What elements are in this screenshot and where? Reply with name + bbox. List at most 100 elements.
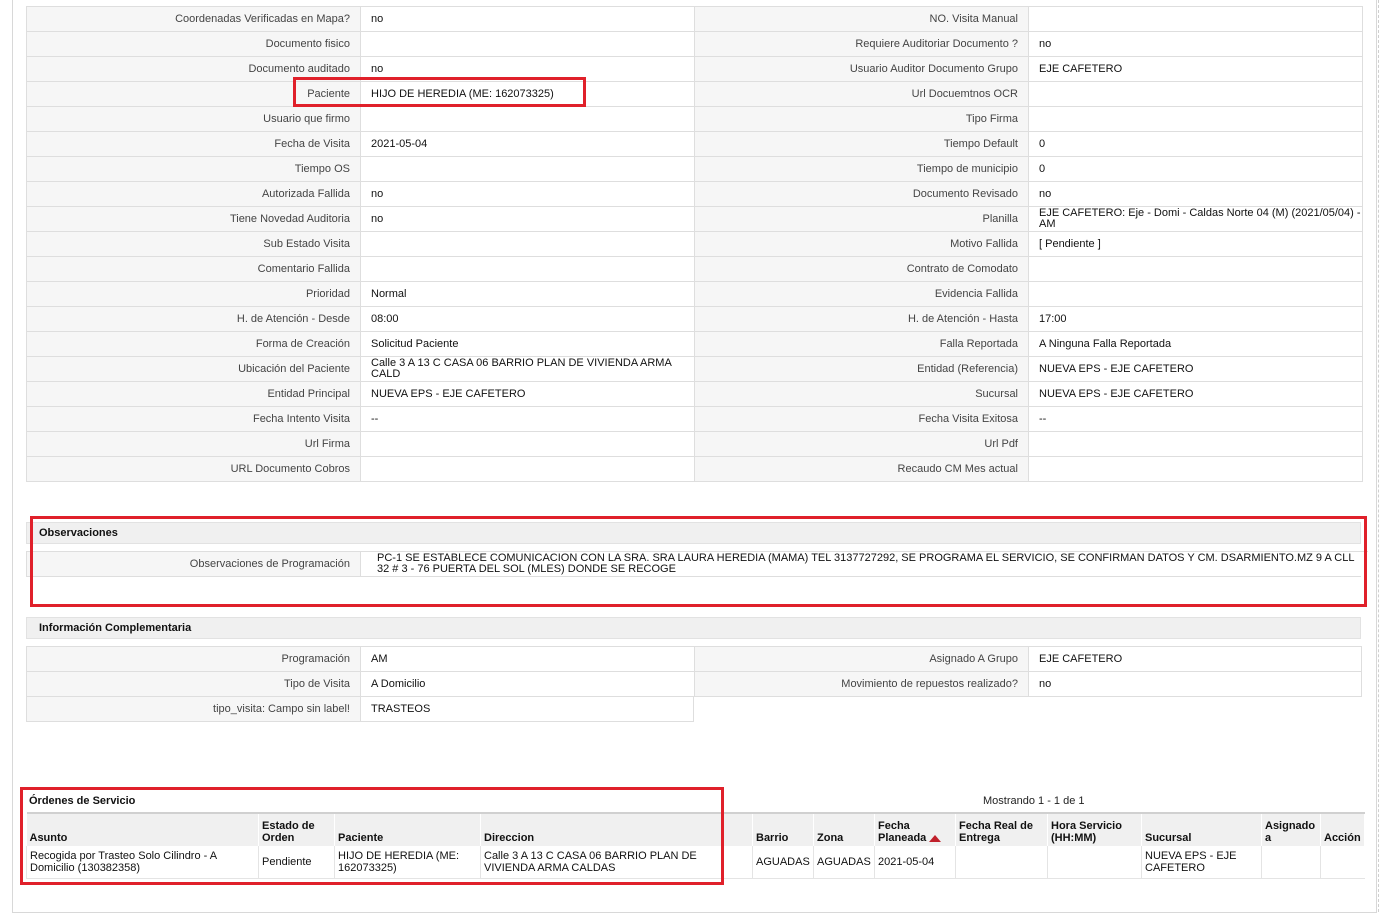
cell-asignado-a	[1261, 846, 1321, 879]
column-header-label: Barrio	[756, 832, 789, 844]
documento-auditado-value: no	[360, 56, 694, 81]
usuario-que-firmo-label: Usuario que firmo	[26, 106, 360, 131]
tiene-novedad-auditoria-label: Tiene Novedad Auditoria	[26, 206, 360, 231]
falla-reportada-value: A Ninguna Falla Reportada	[1028, 331, 1362, 356]
observaciones-value: PC-1 SE ESTABLECE COMUNICACION CON LA SR…	[360, 551, 1368, 576]
sub-estado-visita-value	[360, 231, 694, 256]
column-header-label: Zona	[817, 832, 844, 844]
fecha-de-visita-value: 2021-05-04	[360, 131, 694, 156]
paciente-label: Paciente	[26, 81, 360, 106]
h-de-atencion-desde-label: H. de Atención - Desde	[26, 306, 360, 331]
autorizada-fallida-value: no	[360, 181, 694, 206]
table-row[interactable]: Recogida por Trasteo Solo Cilindro - A D…	[26, 846, 1365, 879]
h-de-atencion-hasta-label: H. de Atención - Hasta	[694, 306, 1028, 331]
column-header-label: Sucursal	[1145, 832, 1192, 844]
sort-ascending-icon[interactable]	[929, 834, 942, 842]
forma-de-creacion-value: Solicitud Paciente	[360, 331, 694, 356]
column-header-label: Hora Servicio (HH:MM)	[1051, 820, 1122, 844]
contrato-de-comodato-label: Contrato de Comodato	[694, 256, 1028, 281]
ubicacion-del-paciente-value: Calle 3 A 13 C CASA 06 BARRIO PLAN DE VI…	[360, 356, 694, 381]
documento-revisado-value: no	[1028, 181, 1362, 206]
column-header-zona[interactable]: Zona	[813, 812, 875, 846]
entidad-principal-value: NUEVA EPS - EJE CAFETERO	[360, 381, 694, 406]
column-header-fecha-real-de-entrega[interactable]: Fecha Real de Entrega	[955, 812, 1048, 846]
tiempo-os-value	[360, 156, 694, 181]
no-visita-manual-value	[1028, 6, 1362, 31]
column-header-estado-de-orden[interactable]: Estado de Orden	[258, 812, 335, 846]
sucursal-value: NUEVA EPS - EJE CAFETERO	[1028, 381, 1362, 406]
prioridad-label: Prioridad	[26, 281, 360, 306]
documento-revisado-label: Documento Revisado	[694, 181, 1028, 206]
tipo-visita-campo-sin-label-value: TRASTEOS	[360, 696, 694, 721]
entidad-principal-label: Entidad Principal	[26, 381, 360, 406]
tipo-de-visita-label: Tipo de Visita	[26, 671, 360, 696]
h-de-atencion-hasta-value: 17:00	[1028, 306, 1362, 331]
asignado-a-grupo-label: Asignado A Grupo	[694, 646, 1028, 671]
h-de-atencion-desde-value: 08:00	[360, 306, 694, 331]
requiere-auditoriar-documento-label: Requiere Auditoriar Documento ?	[694, 31, 1028, 56]
complementaria-border	[694, 696, 1362, 697]
ordenes-title: Órdenes de Servicio	[29, 795, 136, 807]
fecha-intento-visita-label: Fecha Intento Visita	[26, 406, 360, 431]
entidad-referencia-value: NUEVA EPS - EJE CAFETERO	[1028, 356, 1362, 381]
column-header-asignado-a[interactable]: Asignado a	[1261, 812, 1321, 846]
cell-fecha-real-de-entrega	[955, 846, 1048, 879]
column-header-label: Paciente	[338, 832, 384, 844]
fecha-de-visita-label: Fecha de Visita	[26, 131, 360, 156]
no-visita-manual-label: NO. Visita Manual	[694, 6, 1028, 31]
column-header-paciente[interactable]: Paciente	[334, 812, 481, 846]
falla-reportada-label: Falla Reportada	[694, 331, 1028, 356]
observaciones-table: Observaciones de Programación PC-1 SE ES…	[26, 551, 1368, 576]
column-header-barrio[interactable]: Barrio	[752, 812, 814, 846]
cell-asunto: Recogida por Trasteo Solo Cilindro - A D…	[26, 846, 259, 879]
column-header-direccion[interactable]: Direccion	[480, 812, 753, 846]
cell-accion	[1320, 846, 1365, 879]
column-header-hora-servicio-hh-mm[interactable]: Hora Servicio (HH:MM)	[1047, 812, 1142, 846]
cell-sucursal: NUEVA EPS - EJE CAFETERO	[1141, 846, 1262, 879]
prioridad-value: Normal	[360, 281, 694, 306]
tipo-firma-value	[1028, 106, 1362, 131]
evidencia-fallida-value	[1028, 281, 1362, 306]
usuario-que-firmo-value	[360, 106, 694, 131]
movimiento-de-repuestos-realizado-label: Movimiento de repuestos realizado?	[694, 671, 1028, 696]
observaciones-divider	[26, 576, 1361, 577]
column-header-label: Fecha Real de Entrega	[959, 820, 1033, 844]
column-header-label: Direccion	[484, 832, 535, 844]
url-docuemtnos-ocr-value	[1028, 81, 1362, 106]
planilla-value: EJE CAFETERO: Eje - Domi - Caldas Norte …	[1028, 206, 1362, 231]
tiempo-os-label: Tiempo OS	[26, 156, 360, 181]
complementaria-border	[693, 696, 694, 721]
complementaria-grid: Programación AM Asignado A Grupo EJE CAFETE…	[26, 646, 1362, 721]
cell-estado-de-orden: Pendiente	[258, 846, 335, 879]
visit-details-grid: Coordenadas Verificadas en Mapa? no NO. Vi…	[26, 6, 1363, 482]
column-header-label: Asignado a	[1265, 820, 1316, 844]
observaciones-label: Observaciones de Programación	[26, 551, 360, 576]
tiempo-default-label: Tiempo Default	[694, 131, 1028, 156]
usuario-auditor-documento-grupo-value: EJE CAFETERO	[1028, 56, 1362, 81]
requiere-auditoriar-documento-value: no	[1028, 31, 1362, 56]
cell-paciente: HIJO DE HEREDIA (ME: 162073325)	[334, 846, 481, 879]
orders-table: Asunto Estado de Orden Paciente Direccion Ba…	[26, 812, 1365, 879]
url-firma-label: Url Firma	[26, 431, 360, 456]
url-pdf-label: Url Pdf	[694, 431, 1028, 456]
motivo-fallida-value: [ Pendiente ]	[1028, 231, 1362, 256]
tipo-de-visita-value: A Domicilio	[360, 671, 694, 696]
column-header-fecha-planeada[interactable]: Fecha Planeada	[874, 812, 956, 846]
tiempo-de-municipio-label: Tiempo de municipio	[694, 156, 1028, 181]
url-documento-cobros-label: URL Documento Cobros	[26, 456, 360, 481]
column-header-sucursal[interactable]: Sucursal	[1141, 812, 1262, 846]
contrato-de-comodato-value	[1028, 256, 1362, 281]
url-documento-cobros-value	[360, 456, 694, 481]
coordenadas-verificadas-en-mapa-label: Coordenadas Verificadas en Mapa?	[26, 6, 360, 31]
ubicacion-del-paciente-label: Ubicación del Paciente	[26, 356, 360, 381]
complementaria-border	[1361, 646, 1362, 696]
column-header-accion[interactable]: Acción	[1320, 812, 1365, 846]
column-header-label: Asunto	[29, 832, 68, 844]
tipo-visita-campo-sin-label-label: tipo_visita: Campo sin label!	[26, 696, 360, 721]
complementaria-header: Información Complementaria	[26, 617, 1361, 639]
documento-fisico-value	[360, 31, 694, 56]
evidencia-fallida-label: Evidencia Fallida	[694, 281, 1028, 306]
planilla-label: Planilla	[694, 206, 1028, 231]
column-header-asunto[interactable]: Asunto	[26, 812, 259, 846]
entidad-referencia-label: Entidad (Referencia)	[694, 356, 1028, 381]
